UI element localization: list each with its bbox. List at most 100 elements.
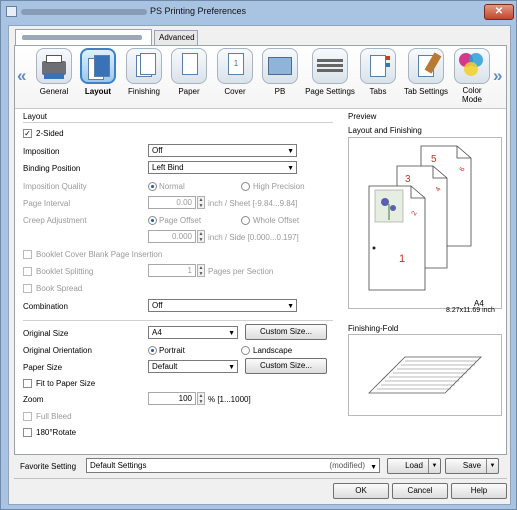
ribbon-finishing-label: Finishing — [127, 87, 160, 96]
ribbon-cover-button[interactable]: 1 Cover — [214, 48, 256, 106]
ribbon-finishing-button[interactable]: Finishing — [123, 48, 165, 106]
ribbon-tab-settings-button[interactable]: Tab Settings — [403, 48, 449, 106]
orientation-landscape-label: Landscape — [253, 346, 293, 355]
tab-printer-model[interactable] — [15, 29, 152, 45]
ribbon-page-settings-button[interactable]: Page Settings — [304, 48, 356, 106]
page-settings-icon — [312, 48, 348, 84]
imposition-select[interactable]: Off ▼ — [148, 144, 297, 157]
original-size-select[interactable]: A4 ▼ — [148, 326, 238, 339]
printer-model-name-blurred — [21, 9, 147, 15]
combination-label: Combination — [23, 302, 68, 311]
binding-position-label: Binding Position — [23, 164, 81, 173]
scroll-left-icon[interactable]: « — [17, 66, 26, 86]
cover-icon: 1 — [217, 48, 253, 84]
window-title: PS Printing Preferences — [150, 6, 247, 16]
preview-page-5: 5 — [431, 154, 437, 165]
ribbon-general-button[interactable]: General — [33, 48, 75, 106]
booklet-splitting-input[interactable]: 1 — [148, 264, 196, 277]
chevron-down-icon: ▼ — [370, 464, 377, 471]
zoom-spinner-icon[interactable]: ▲ ▼ — [197, 392, 205, 405]
close-button[interactable]: ✕ — [484, 4, 514, 20]
page-interval-label: Page Interval — [23, 199, 71, 208]
booklet-splitting-checkbox[interactable] — [23, 267, 32, 276]
creep-whole-offset-label: Whole Offset — [253, 216, 300, 225]
ribbon-tabs-button[interactable]: Tabs — [357, 48, 399, 106]
finishing-icon — [126, 48, 162, 84]
orientation-portrait-label: Portrait — [159, 346, 185, 355]
title-bar[interactable]: PS Printing Preferences ✕ — [1, 1, 516, 23]
finishing-fold-label: Finishing-Fold — [348, 324, 399, 333]
rotate-180-checkbox[interactable] — [23, 428, 32, 437]
chevron-down-icon: ▼ — [287, 303, 294, 310]
original-size-value: A4 — [152, 328, 162, 337]
creep-page-offset-radio[interactable] — [148, 216, 157, 225]
save-dropdown-icon[interactable]: ▼ — [486, 459, 498, 473]
booklet-splitting-spinner-icon[interactable]: ▲ ▼ — [197, 264, 205, 277]
orientation-portrait-radio[interactable] — [148, 346, 157, 355]
save-button[interactable]: Save ▼ — [445, 458, 499, 474]
ok-button[interactable]: OK — [333, 483, 389, 499]
two-sided-checkbox[interactable]: ✓ — [23, 129, 32, 138]
tab-advanced[interactable]: Advanced — [154, 30, 198, 45]
zoom-unit: % [1...1000] — [208, 395, 251, 404]
page-interval-spinner-icon[interactable]: ▲ ▼ — [197, 196, 205, 209]
ribbon-pb-button[interactable]: PB — [259, 48, 301, 106]
load-button[interactable]: Load ▼ — [387, 458, 441, 474]
paper-size-label: Paper Size — [23, 363, 63, 372]
load-dropdown-icon[interactable]: ▼ — [428, 459, 440, 473]
orientation-landscape-radio[interactable] — [241, 346, 250, 355]
original-custom-size-button[interactable]: Custom Size... — [245, 324, 327, 340]
favorite-setting-label: Favorite Setting — [20, 462, 77, 471]
ribbon-paper-button[interactable]: Paper — [168, 48, 210, 106]
chevron-down-icon: ▼ — [287, 165, 294, 172]
ribbon-cover-label: Cover — [224, 87, 246, 96]
preview-group-label: Preview — [348, 112, 377, 121]
layout-finishing-label: Layout and Finishing — [348, 126, 422, 135]
quality-high-precision-radio[interactable] — [241, 182, 250, 191]
ribbon-layout-label: Layout — [84, 87, 112, 96]
booklet-preview-icon: 5 6 3 4 1 2 — [368, 145, 472, 291]
creep-page-offset-label: Page Offset — [159, 216, 202, 225]
paper-icon — [171, 48, 207, 84]
ribbon-layout-button[interactable]: Layout — [77, 48, 119, 106]
ribbon-tabs-label: Tabs — [369, 87, 387, 96]
book-spread-checkbox[interactable] — [23, 284, 32, 293]
cancel-button[interactable]: Cancel — [392, 483, 448, 499]
two-sided-label: 2-Sided — [36, 129, 64, 138]
preview-page-1: 1 — [399, 253, 405, 265]
original-size-label: Original Size — [23, 329, 69, 338]
page-interval-input[interactable]: 0.00 — [148, 196, 196, 209]
ribbon-color-mode-button[interactable]: Color Mode — [451, 48, 493, 106]
quality-high-precision-label: High Precision — [253, 182, 305, 191]
binding-position-select[interactable]: Left Bind ▼ — [148, 161, 297, 174]
tab-settings-icon — [408, 48, 444, 84]
favorite-setting-select[interactable]: Default Settings (modified) ▼ — [86, 458, 380, 473]
printing-preferences-window: PS Printing Preferences ✕ Advanced « » G… — [0, 0, 517, 510]
paper-custom-size-button[interactable]: Custom Size... — [245, 358, 327, 374]
paper-size-select[interactable]: Default ▼ — [148, 360, 238, 373]
scroll-right-icon[interactable]: » — [493, 66, 502, 86]
imposition-value: Off — [152, 146, 163, 155]
original-orientation-label: Original Orientation — [23, 346, 92, 355]
combination-select[interactable]: Off ▼ — [148, 299, 297, 312]
finishing-fold-preview — [348, 334, 502, 416]
layout-group-label: Layout — [23, 112, 48, 121]
creep-adjustment-spinner-icon[interactable]: ▲ ▼ — [197, 230, 205, 243]
favorite-setting-value: Default Settings — [90, 461, 147, 470]
help-button[interactable]: Help — [451, 483, 507, 499]
ribbon-page-settings-label: Page Settings — [305, 87, 355, 96]
ribbon-pb-label: PB — [274, 87, 286, 96]
creep-whole-offset-radio[interactable] — [241, 216, 250, 225]
perfect-binding-icon — [262, 48, 298, 84]
fit-to-paper-checkbox[interactable] — [23, 379, 32, 388]
booklet-cover-blank-checkbox[interactable] — [23, 250, 32, 259]
function-ribbon: « » General Layout Finishing Paper 1 Cov… — [15, 46, 506, 109]
favorite-modified-label: (modified) — [329, 461, 365, 470]
creep-adjustment-input[interactable]: 0.000 — [148, 230, 196, 243]
zoom-input[interactable]: 100 — [148, 392, 196, 405]
save-button-label: Save — [462, 461, 482, 470]
quality-normal-radio[interactable] — [148, 182, 157, 191]
book-spread-label: Book Spread — [36, 284, 83, 293]
load-button-label: Load — [405, 461, 423, 470]
full-bleed-checkbox[interactable] — [23, 412, 32, 421]
